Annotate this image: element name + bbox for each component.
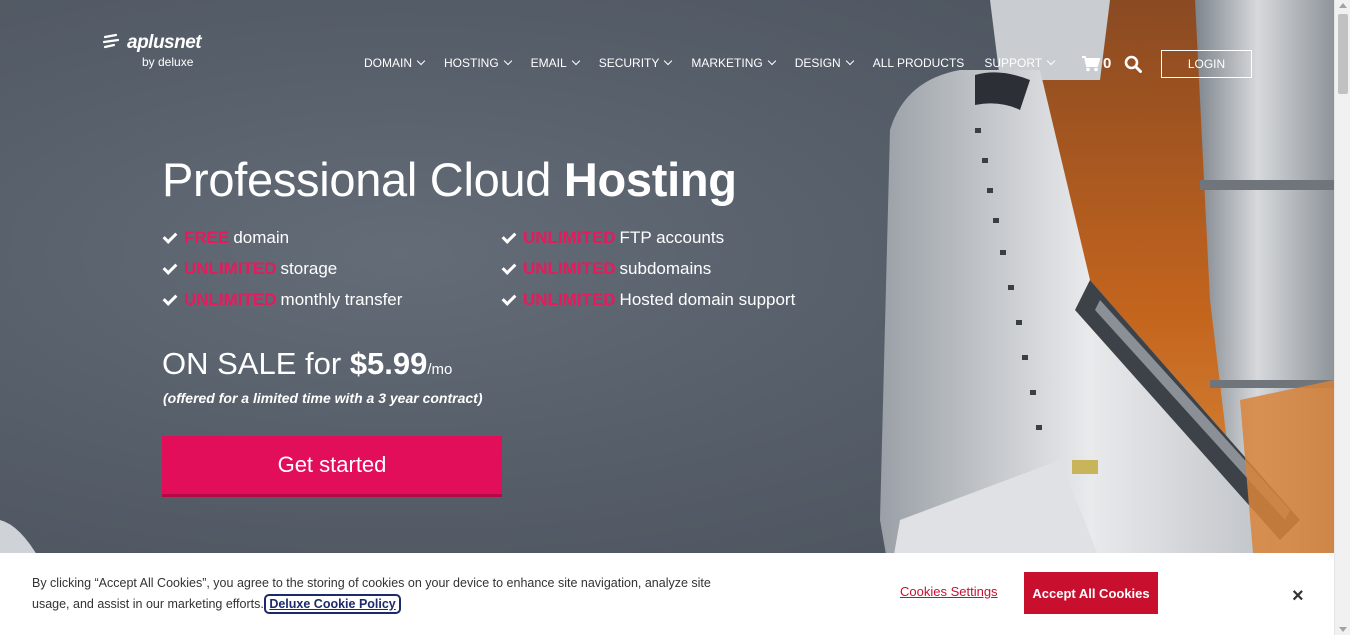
nav-item-label: DESIGN [794, 56, 841, 70]
nav-item-label: SECURITY [598, 56, 660, 70]
feature-highlight: UNLIMITED [523, 259, 616, 278]
check-icon [162, 259, 178, 275]
chevron-down-icon [416, 56, 426, 66]
check-icon [501, 290, 517, 306]
page-title: Professional Cloud Hosting [162, 152, 737, 207]
brand-logo[interactable]: aplusnet by deluxe [102, 32, 202, 69]
chevron-down-icon [767, 56, 776, 66]
feature-text: Hosted domain support [619, 290, 796, 309]
feature-item: UNLIMITED FTP accounts [501, 228, 725, 248]
check-icon [162, 290, 178, 306]
space-shuttle-illustration [0, 0, 1334, 635]
sale-note: (offered for a limited time with a 3 yea… [163, 390, 483, 406]
price-value: $5.99 [349, 346, 428, 381]
cookie-policy-link[interactable]: Deluxe Cookie Policy [264, 594, 401, 614]
nav-item-domain[interactable]: DOMAIN [364, 56, 426, 70]
feature-text: monthly transfer [280, 290, 403, 309]
scroll-down-icon[interactable] [1339, 627, 1347, 632]
main-nav: DOMAIN HOSTING EMAIL SECURITY MARKETING … [364, 56, 1074, 70]
sale-prefix: ON SALE for [162, 346, 342, 381]
nav-item-support[interactable]: SUPPORT [984, 56, 1056, 70]
accept-all-cookies-button[interactable]: Accept All Cookies [1024, 572, 1158, 614]
feature-highlight: UNLIMITED [184, 290, 277, 309]
get-started-button[interactable]: Get started [162, 436, 502, 497]
nav-item-label: MARKETING [691, 56, 763, 70]
nav-item-hosting[interactable]: HOSTING [444, 56, 512, 70]
feature-text: domain [233, 228, 290, 247]
feature-text: FTP accounts [619, 228, 725, 247]
feature-item: UNLIMITED storage [162, 259, 338, 279]
hero-section [0, 0, 1334, 635]
feature-item: UNLIMITED monthly transfer [162, 290, 403, 310]
check-icon [501, 228, 517, 244]
chevron-down-icon [664, 56, 673, 66]
search-icon[interactable] [1124, 55, 1142, 78]
nav-item-label: SUPPORT [984, 56, 1043, 70]
login-button[interactable]: LOGIN [1161, 50, 1252, 78]
feature-highlight: UNLIMITED [184, 259, 277, 278]
logo-icon [102, 33, 120, 49]
page-scrollbar[interactable] [1334, 0, 1350, 635]
check-icon [162, 228, 178, 244]
nav-item-label: DOMAIN [364, 56, 412, 70]
check-icon [501, 259, 517, 275]
cookies-settings-button[interactable]: Cookies Settings [900, 584, 998, 599]
headline-bold: Hosting [563, 153, 737, 206]
chevron-down-icon [503, 56, 512, 66]
scroll-up-icon[interactable] [1339, 3, 1347, 8]
nav-item-label: ALL PRODUCTS [872, 56, 965, 70]
nav-item-marketing[interactable]: MARKETING [691, 56, 776, 70]
feature-highlight: FREE [184, 228, 230, 247]
nav-item-design[interactable]: DESIGN [794, 56, 854, 70]
feature-item: UNLIMITED Hosted domain support [501, 290, 796, 310]
nav-item-label: HOSTING [444, 56, 499, 70]
price-period: /mo [427, 361, 453, 378]
feature-highlight: UNLIMITED [523, 228, 616, 247]
feature-highlight: UNLIMITED [523, 290, 616, 309]
headline-light: Professional Cloud [162, 153, 552, 206]
chevron-down-icon [845, 56, 854, 66]
feature-text: subdomains [619, 259, 712, 278]
nav-item-email[interactable]: EMAIL [530, 56, 580, 70]
cookie-message: By clicking “Accept All Cookies”, you ag… [32, 573, 732, 615]
nav-item-label: EMAIL [530, 56, 567, 70]
chevron-down-icon [571, 56, 580, 66]
nav-item-security[interactable]: SECURITY [598, 56, 673, 70]
cookie-banner: By clicking “Accept All Cookies”, you ag… [0, 553, 1334, 635]
sale-price: ON SALE for $5.99/mo [162, 346, 452, 382]
feature-item: FREE domain [162, 228, 290, 248]
cart-count: 0 [1103, 55, 1112, 72]
feature-text: storage [280, 259, 338, 278]
close-icon[interactable]: × [1292, 585, 1304, 608]
nav-item-all-products[interactable]: ALL PRODUCTS [873, 56, 965, 70]
cart-button[interactable]: 0 [1082, 55, 1111, 72]
cart-icon [1082, 55, 1100, 71]
brand-sub: by deluxe [142, 55, 194, 69]
chevron-down-icon [1046, 56, 1056, 66]
scrollbar-thumb[interactable] [1338, 14, 1348, 94]
feature-item: UNLIMITED subdomains [501, 259, 712, 279]
brand-name: aplusnet [127, 32, 202, 53]
